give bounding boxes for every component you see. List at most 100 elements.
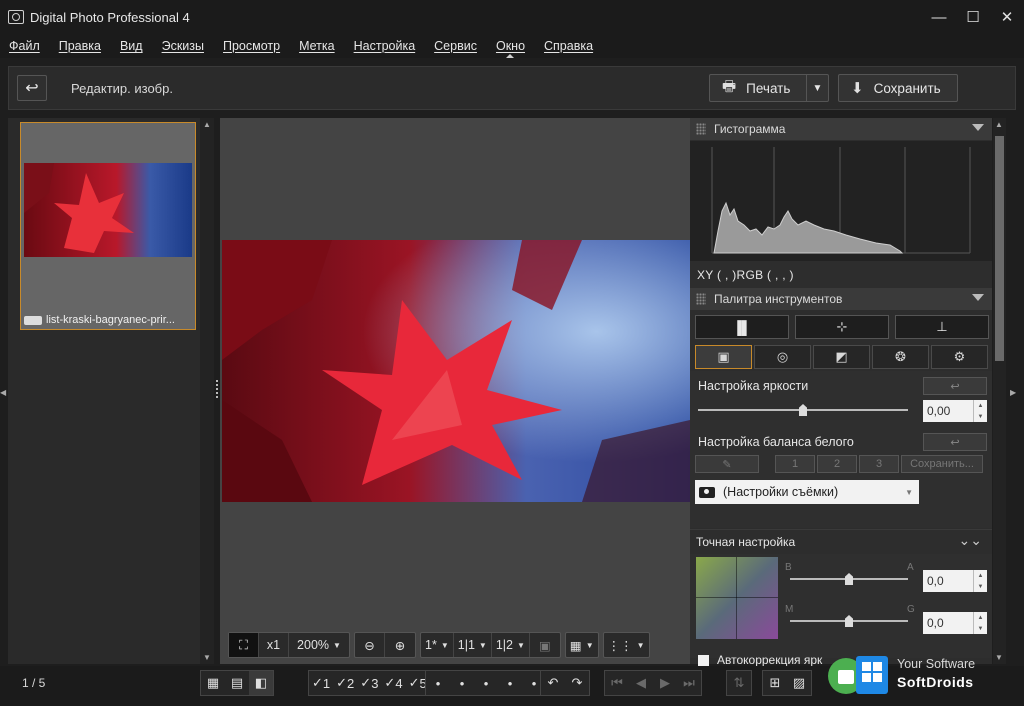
grid-layout-button[interactable]: ▦ <box>201 671 225 695</box>
zoom-in-button[interactable]: ⊕ <box>385 633 415 657</box>
scroll-up-icon[interactable]: ▲ <box>995 120 1003 129</box>
menu-preview[interactable]: Просмотр <box>223 39 280 53</box>
back-button[interactable]: ↩ <box>17 75 47 101</box>
compare-button[interactable]: ⇅ <box>727 671 751 695</box>
rating-1-button[interactable]: ✓ 1 <box>309 671 333 695</box>
menu-label[interactable]: Метка <box>299 39 335 53</box>
wb-save-button[interactable]: Сохранить... <box>901 455 983 473</box>
close-button[interactable]: ✕ <box>990 0 1024 34</box>
fit-to-window-button[interactable]: ⛶ <box>229 633 259 657</box>
last-icon: ⏭ <box>683 675 695 690</box>
next-image-button[interactable]: ▶ <box>653 671 677 695</box>
menu-window[interactable]: Окно <box>496 39 525 53</box>
spinner-icon[interactable]: ▲ ▼ <box>973 400 987 422</box>
single-view-button[interactable]: 1* ▼ <box>421 633 454 657</box>
white-balance-select[interactable]: (Настройки съёмки) ▼ <box>695 480 919 504</box>
compare-view-button[interactable]: 1|2 ▼ <box>492 633 530 657</box>
tab-color[interactable]: ❂ <box>872 345 929 369</box>
previous-image-button[interactable]: ◀ <box>629 671 653 695</box>
image-canvas[interactable]: ⛶ x1 200% ▼ ⊖ ⊕ 1* ▼ 1|1 ▼ 1|2 ▼ ▣ ▦ ▼ ⋮⋮ ▼ <box>220 118 690 664</box>
rating-3-button[interactable]: ✓ 3 <box>357 671 381 695</box>
menu-thumbnails[interactable]: Эскизы <box>162 39 204 53</box>
star-4-button[interactable]: • <box>498 671 522 695</box>
rating-2-button[interactable]: ✓ 2 <box>333 671 357 695</box>
ba-slider-knob[interactable] <box>845 573 853 585</box>
save-button[interactable]: ⬇ Сохранить <box>838 74 958 102</box>
scrollbar-thumb[interactable] <box>995 136 1004 361</box>
last-image-button[interactable]: ⏭ <box>677 671 701 695</box>
tab-settings[interactable]: ⚙ <box>931 345 988 369</box>
tab-basic[interactable]: ▣ <box>695 345 752 369</box>
star-1-button[interactable]: • <box>426 671 450 695</box>
fine-tune-header[interactable]: Точная настройка ⌄⌄ <box>690 529 992 553</box>
af-points-button[interactable]: ⋮⋮ ▼ <box>604 633 649 657</box>
auto-correct-checkbox[interactable] <box>698 654 709 666</box>
info-overlay-button[interactable]: ⊞ <box>763 671 787 695</box>
zoom-level-select[interactable]: 200% ▼ <box>289 633 349 657</box>
collapse-chevron-icon[interactable] <box>972 294 984 301</box>
thumbnail-scrollbar[interactable]: ▲ ▼ <box>200 118 214 664</box>
double-chevron-icon[interactable]: ⌄⌄ <box>959 532 982 549</box>
minimize-button[interactable]: — <box>922 0 956 34</box>
first-image-button[interactable]: ⏮ <box>605 671 629 695</box>
brightness-value-field[interactable]: 0,00 ▲ ▼ <box>923 400 987 422</box>
print-button[interactable]: 🖶 Печать ▼ <box>709 74 829 102</box>
white-balance-presets-row: ✎ 1 2 3 Сохранить... <box>695 455 983 473</box>
drag-grip-icon[interactable] <box>696 293 706 305</box>
tab-detail[interactable]: ◎ <box>754 345 811 369</box>
scroll-down-icon[interactable]: ▼ <box>203 653 211 662</box>
menu-settings[interactable]: Настройка <box>354 39 416 53</box>
crop-tool-button[interactable]: ⊹ <box>795 315 889 339</box>
menu-view[interactable]: Вид <box>120 39 143 53</box>
wb-preset-2-button[interactable]: 2 <box>817 455 857 473</box>
color-shift-grid[interactable] <box>696 557 778 639</box>
spinner-icon[interactable]: ▲ ▼ <box>973 612 987 634</box>
histogram-header[interactable]: Гистограмма <box>690 118 992 140</box>
menu-help[interactable]: Справка <box>544 39 593 53</box>
watermark-logo <box>828 656 888 694</box>
collapse-right-icon[interactable]: ▶ <box>1010 388 1016 397</box>
fit-window-icon: ⛶ <box>239 637 248 652</box>
image-overlay-button[interactable]: ▨ <box>787 671 811 695</box>
thumbnail-card[interactable]: list-kraski-bagryanec-prir... <box>20 122 196 330</box>
wb-preset-3-button[interactable]: 3 <box>859 455 899 473</box>
scroll-up-icon[interactable]: ▲ <box>203 120 211 129</box>
tool-palette-header[interactable]: Палитра инструментов <box>690 288 992 310</box>
stamp-tool-button[interactable]: ⊥ <box>895 315 989 339</box>
ba-value-field[interactable]: 0,0 ▲ ▼ <box>923 570 987 592</box>
tool-panel-scrollbar[interactable]: ▲ ▼ <box>993 118 1006 664</box>
brightness-reset-button[interactable]: ↩ <box>923 377 987 395</box>
print-dropdown-arrow-icon[interactable]: ▼ <box>806 75 828 101</box>
basic-adjust-tool-button[interactable]: ▐▌ <box>695 315 789 339</box>
filmstrip-left-button[interactable]: ◧ <box>249 671 273 695</box>
overlay-button[interactable]: ▣ <box>530 633 560 657</box>
rating-4-button[interactable]: ✓ 4 <box>381 671 405 695</box>
menu-file[interactable]: Файл <box>9 39 40 53</box>
menu-tools[interactable]: Сервис <box>434 39 477 53</box>
collapse-chevron-icon[interactable] <box>972 124 984 131</box>
filmstrip-bottom-button[interactable]: ▤ <box>225 671 249 695</box>
rotate-right-button[interactable]: ↷ <box>565 671 589 695</box>
scroll-down-icon[interactable]: ▼ <box>995 653 1003 662</box>
mg-value-field[interactable]: 0,0 ▲ ▼ <box>923 612 987 634</box>
brightness-slider-knob[interactable] <box>799 404 807 416</box>
mg-slider-knob[interactable] <box>845 615 853 627</box>
drag-grip-icon[interactable] <box>696 123 706 135</box>
white-balance-reset-button[interactable]: ↩ <box>923 433 987 451</box>
wb-preset-1-button[interactable]: 1 <box>775 455 815 473</box>
maximize-button[interactable]: ☐ <box>956 0 990 34</box>
menu-edit[interactable]: Правка <box>59 39 101 53</box>
eyedropper-button[interactable]: ✎ <box>695 455 759 473</box>
star-3-button[interactable]: • <box>474 671 498 695</box>
side-by-side-view-button[interactable]: 1|1 ▼ <box>454 633 492 657</box>
star-rating-group: • • • • • <box>425 670 547 696</box>
actual-size-button[interactable]: x1 <box>259 633 289 657</box>
tab-tone-curve[interactable]: ◩ <box>813 345 870 369</box>
grid-overlay-button[interactable]: ▦ ▼ <box>566 633 598 657</box>
star-2-button[interactable]: • <box>450 671 474 695</box>
collapse-left-icon[interactable]: ◀ <box>0 388 6 397</box>
zoom-out-button[interactable]: ⊖ <box>355 633 385 657</box>
tone-curve-tab-icon: ◩ <box>835 349 848 364</box>
spinner-icon[interactable]: ▲ ▼ <box>973 570 987 592</box>
rotate-left-button[interactable]: ↶ <box>541 671 565 695</box>
